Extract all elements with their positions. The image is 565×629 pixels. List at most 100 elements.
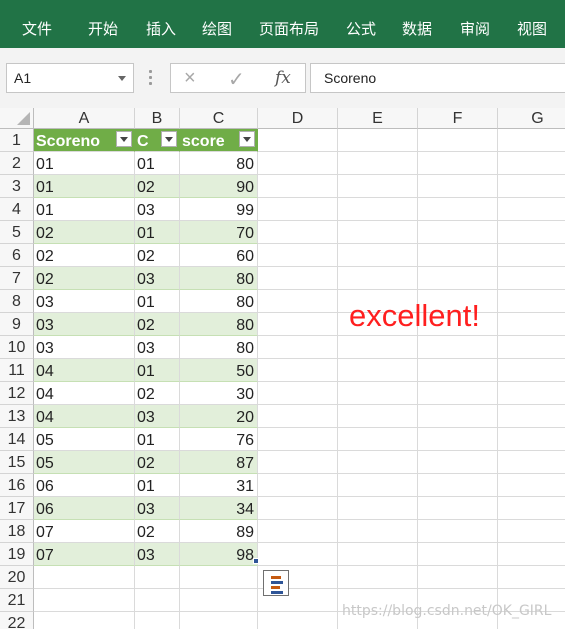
table-cell[interactable]: 02 xyxy=(135,175,180,198)
empty-cell[interactable] xyxy=(258,313,338,336)
empty-cell[interactable] xyxy=(338,520,418,543)
empty-cell[interactable] xyxy=(498,267,565,290)
empty-cell[interactable] xyxy=(498,520,565,543)
row-header[interactable]: 12 xyxy=(0,382,34,405)
empty-cell[interactable] xyxy=(498,244,565,267)
table-cell[interactable]: 01 xyxy=(34,175,135,198)
table-cell[interactable]: 02 xyxy=(135,313,180,336)
empty-cell[interactable] xyxy=(418,244,498,267)
ribbon-tab[interactable]: 绘图 xyxy=(202,0,232,48)
empty-cell[interactable] xyxy=(498,290,565,313)
empty-cell[interactable] xyxy=(498,382,565,405)
table-cell[interactable]: 01 xyxy=(34,152,135,175)
empty-cell[interactable] xyxy=(338,336,418,359)
row-header[interactable]: 1 xyxy=(0,129,34,152)
empty-cell[interactable] xyxy=(180,566,258,589)
table-cell[interactable]: 60 xyxy=(180,244,258,267)
table-cell[interactable]: 03 xyxy=(135,267,180,290)
empty-cell[interactable] xyxy=(338,198,418,221)
row-header[interactable]: 15 xyxy=(0,451,34,474)
table-cell[interactable]: 02 xyxy=(135,382,180,405)
ribbon-tab[interactable]: 数据 xyxy=(402,0,432,48)
empty-cell[interactable] xyxy=(34,566,135,589)
table-cell[interactable]: 99 xyxy=(180,198,258,221)
table-cell[interactable]: 87 xyxy=(180,451,258,474)
name-box[interactable]: A1 xyxy=(6,63,134,93)
empty-cell[interactable] xyxy=(498,474,565,497)
select-all-button[interactable] xyxy=(0,108,34,129)
table-cell[interactable]: 03 xyxy=(135,497,180,520)
row-header[interactable]: 2 xyxy=(0,152,34,175)
ribbon-tab[interactable]: 公式 xyxy=(346,0,376,48)
table-cell[interactable]: 06 xyxy=(34,474,135,497)
table-cell[interactable]: 34 xyxy=(180,497,258,520)
table-cell[interactable]: 05 xyxy=(34,428,135,451)
cancel-icon[interactable]: × xyxy=(184,67,196,90)
empty-cell[interactable] xyxy=(258,221,338,244)
table-cell[interactable]: 06 xyxy=(34,497,135,520)
row-header[interactable]: 6 xyxy=(0,244,34,267)
empty-cell[interactable] xyxy=(338,451,418,474)
table-cell[interactable]: 05 xyxy=(34,451,135,474)
empty-cell[interactable] xyxy=(418,474,498,497)
table-cell[interactable]: 80 xyxy=(180,336,258,359)
table-cell[interactable]: 02 xyxy=(34,221,135,244)
table-cell[interactable]: 03 xyxy=(135,336,180,359)
table-cell[interactable]: 03 xyxy=(34,313,135,336)
filter-dropdown-icon[interactable] xyxy=(116,131,132,147)
empty-cell[interactable] xyxy=(258,497,338,520)
empty-cell[interactable] xyxy=(258,152,338,175)
empty-cell[interactable] xyxy=(338,566,418,589)
empty-cell[interactable] xyxy=(498,175,565,198)
empty-cell[interactable] xyxy=(498,566,565,589)
empty-cell[interactable] xyxy=(418,451,498,474)
table-cell[interactable]: 20 xyxy=(180,405,258,428)
empty-cell[interactable] xyxy=(418,152,498,175)
table-cell[interactable]: 03 xyxy=(34,336,135,359)
empty-cell[interactable] xyxy=(418,497,498,520)
empty-cell[interactable] xyxy=(135,612,180,629)
empty-cell[interactable] xyxy=(338,175,418,198)
empty-cell[interactable] xyxy=(418,359,498,382)
ribbon-tab[interactable]: 视图 xyxy=(517,0,547,48)
empty-cell[interactable] xyxy=(418,520,498,543)
empty-cell[interactable] xyxy=(418,428,498,451)
table-cell[interactable]: 02 xyxy=(34,267,135,290)
column-header[interactable]: D xyxy=(258,108,338,129)
table-cell[interactable]: 80 xyxy=(180,290,258,313)
empty-cell[interactable] xyxy=(258,290,338,313)
empty-cell[interactable] xyxy=(135,589,180,612)
table-cell[interactable]: 31 xyxy=(180,474,258,497)
empty-cell[interactable] xyxy=(258,359,338,382)
enter-icon[interactable]: ✓ xyxy=(228,67,245,92)
chevron-down-icon[interactable] xyxy=(118,76,126,81)
row-header[interactable]: 3 xyxy=(0,175,34,198)
table-cell[interactable]: 01 xyxy=(135,152,180,175)
row-header[interactable]: 10 xyxy=(0,336,34,359)
empty-cell[interactable] xyxy=(418,129,498,152)
table-cell[interactable]: 07 xyxy=(34,520,135,543)
table-cell[interactable]: 30 xyxy=(180,382,258,405)
column-header[interactable]: F xyxy=(418,108,498,129)
formula-bar-grip[interactable] xyxy=(149,70,152,86)
table-cell[interactable]: 90 xyxy=(180,175,258,198)
empty-cell[interactable] xyxy=(498,313,565,336)
table-cell[interactable]: 98 xyxy=(180,543,258,566)
table-cell[interactable]: 01 xyxy=(135,474,180,497)
insert-function-button[interactable]: fx xyxy=(275,68,291,88)
row-header[interactable]: 13 xyxy=(0,405,34,428)
empty-cell[interactable] xyxy=(418,336,498,359)
empty-cell[interactable] xyxy=(338,497,418,520)
empty-cell[interactable] xyxy=(418,405,498,428)
empty-cell[interactable] xyxy=(418,566,498,589)
empty-cell[interactable] xyxy=(338,474,418,497)
table-cell[interactable]: 80 xyxy=(180,152,258,175)
column-header[interactable]: A xyxy=(34,108,135,129)
empty-cell[interactable] xyxy=(258,474,338,497)
empty-cell[interactable] xyxy=(418,221,498,244)
table-cell[interactable]: 01 xyxy=(135,290,180,313)
empty-cell[interactable] xyxy=(34,589,135,612)
empty-cell[interactable] xyxy=(498,152,565,175)
row-header[interactable]: 11 xyxy=(0,359,34,382)
row-header[interactable]: 21 xyxy=(0,589,34,612)
